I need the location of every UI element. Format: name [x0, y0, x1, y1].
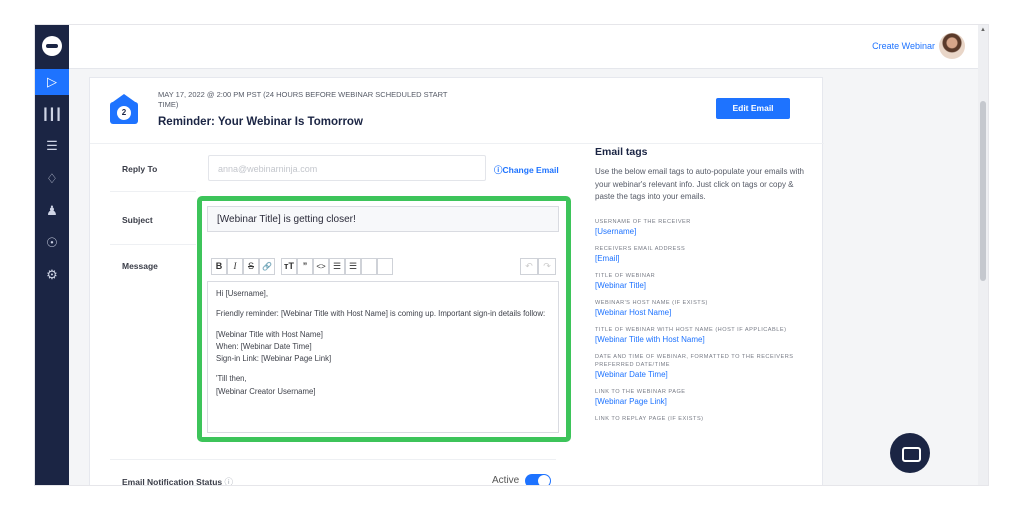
tag-desc: TITLE OF WEBINAR — [595, 272, 656, 279]
create-webinar-link[interactable]: Create Webinar — [872, 41, 935, 51]
logo[interactable] — [35, 25, 69, 67]
outdent-button[interactable] — [361, 258, 377, 275]
redo-button[interactable]: ↷ — [538, 258, 556, 275]
scrollbar[interactable]: ▲ — [978, 25, 988, 485]
avatar[interactable] — [939, 33, 965, 59]
play-icon: ▷ — [47, 74, 57, 89]
status-toggle[interactable] — [525, 474, 551, 485]
tags-description: Use the below email tags to auto-populat… — [595, 167, 804, 201]
globe-icon: ☉ — [46, 235, 58, 250]
link-button[interactable]: 🔗 — [259, 258, 275, 275]
strikethrough-button[interactable]: S — [243, 258, 259, 275]
message-line: 'Till then, — [216, 374, 247, 384]
undo-button[interactable]: ↶ — [520, 258, 538, 275]
tag-link[interactable]: [Webinar Host Name] — [595, 307, 809, 318]
message-line: When: [Webinar Date Time] — [216, 341, 312, 351]
email-tags-panel: Email tags Use the below email tags to a… — [595, 146, 809, 431]
reply-to-field[interactable]: anna@webinarninja.com — [208, 155, 486, 181]
email-title: Reminder: Your Webinar Is Tomorrow — [158, 116, 363, 128]
message-line: Friendly reminder: [Webinar Title with H… — [216, 309, 546, 319]
scroll-up-icon[interactable]: ▲ — [980, 27, 986, 33]
tag-desc: WEBINAR'S HOST NAME (IF EXISTS) — [595, 299, 708, 306]
status-value: Active — [492, 475, 520, 485]
tag-desc: USERNAME OF THE RECEIVER — [595, 218, 691, 225]
tag-desc: LINK TO REPLAY PAGE (IF EXISTS) — [595, 415, 704, 422]
tags-title: Email tags — [595, 146, 648, 158]
integration-icon: ♢ — [46, 171, 58, 186]
tag-item: TITLE OF WEBINAR [Webinar Title] — [595, 272, 809, 291]
tag-link[interactable]: [Webinar Date Time] — [595, 369, 809, 380]
tag-item: TITLE OF WEBINAR WITH HOST NAME (HOST IF… — [595, 326, 809, 345]
sidebar: ▷ ┃┃┃ ☰ ♢ ♟ ☉ ⚙ — [35, 25, 69, 485]
notification-status-label: Email Notification Status ⓘ — [122, 476, 233, 485]
message-editor[interactable]: Hi [Username], Friendly reminder: [Webin… — [207, 281, 559, 433]
schedule-text: MAY 17, 2022 @ 2:00 PM PST (24 HOURS BEF… — [158, 90, 448, 109]
bold-button[interactable]: B — [211, 258, 227, 275]
analytics-icon: ┃┃┃ — [42, 108, 62, 121]
indent-button[interactable] — [377, 258, 393, 275]
message-line: Hi [Username], — [216, 289, 268, 298]
tag-link[interactable]: [Webinar Title] — [595, 280, 809, 291]
sidebar-item-webinars[interactable]: ▷ — [35, 69, 69, 95]
status-label-text: Email Notification Status — [122, 477, 223, 485]
list-icon: ☰ — [46, 138, 58, 153]
team-icon: ♟ — [46, 203, 58, 218]
tag-link[interactable]: [Username] — [595, 226, 809, 237]
edit-email-button[interactable]: Edit Email — [716, 98, 790, 119]
envelope-icon: 2 — [108, 94, 140, 126]
italic-button[interactable]: I — [227, 258, 243, 275]
tag-link[interactable]: [Email] — [595, 253, 809, 264]
heading-button[interactable]: тT — [281, 258, 297, 275]
change-email-link[interactable]: ⓘChange Email — [494, 164, 559, 176]
sidebar-item-analytics[interactable]: ┃┃┃ — [35, 101, 69, 127]
top-bar: Create Webinar — [69, 25, 988, 69]
subject-field[interactable]: [Webinar Title] is getting closer! — [207, 206, 559, 232]
code-button[interactable]: <> — [313, 258, 329, 275]
tag-link[interactable]: [Webinar Title with Host Name] — [595, 334, 809, 345]
quote-button[interactable]: ” — [297, 258, 313, 275]
sidebar-item-team[interactable]: ♟ — [35, 198, 69, 224]
sidebar-item-support[interactable]: ☉ — [35, 230, 69, 256]
divider — [110, 459, 556, 460]
tag-desc: TITLE OF WEBINAR WITH HOST NAME (HOST IF… — [595, 326, 787, 333]
email-card: 2 MAY 17, 2022 @ 2:00 PM PST (24 HOURS B… — [89, 77, 824, 485]
tag-link[interactable]: [Webinar Page Link] — [595, 396, 809, 407]
tag-item: LINK TO THE WEBINAR PAGE [Webinar Page Li… — [595, 388, 809, 407]
email-number-badge: 2 — [117, 106, 131, 120]
sidebar-item-integrations[interactable]: ♢ — [35, 166, 69, 192]
subject-label: Subject — [122, 215, 153, 225]
tag-desc: LINK TO THE WEBINAR PAGE — [595, 388, 686, 395]
divider — [110, 191, 196, 192]
toggle-knob — [538, 475, 550, 485]
message-line: [Webinar Creator Username] — [216, 386, 316, 396]
tag-item: USERNAME OF THE RECEIVER [Username] — [595, 218, 809, 237]
tag-desc: DATE AND TIME OF WEBINAR, FORMATTED TO T… — [595, 353, 794, 368]
bullet-list-button[interactable]: ☰ — [329, 258, 345, 275]
sidebar-item-settings[interactable]: ⚙ — [35, 262, 69, 288]
chat-button[interactable] — [890, 433, 930, 473]
reply-to-label: Reply To — [122, 164, 158, 174]
message-label: Message — [122, 261, 158, 271]
settings-icon: ⚙ — [46, 267, 58, 282]
tag-item: DATE AND TIME OF WEBINAR, FORMATTED TO T… — [595, 353, 809, 380]
logo-icon — [42, 36, 62, 56]
numbered-list-button[interactable]: ☰ — [345, 258, 361, 275]
tag-item: LINK TO REPLAY PAGE (IF EXISTS) — [595, 415, 809, 423]
tag-item: WEBINAR'S HOST NAME (IF EXISTS) [Webinar … — [595, 299, 809, 318]
app-window: ▷ ┃┃┃ ☰ ♢ ♟ ☉ ⚙ Create Webinar 2 MAY 17,… — [35, 25, 988, 485]
email-header: 2 MAY 17, 2022 @ 2:00 PM PST (24 HOURS B… — [90, 78, 824, 144]
message-line: Sign-in Link: [Webinar Page Link] — [216, 354, 332, 364]
scrollbar-thumb[interactable] — [980, 101, 986, 281]
sidebar-item-list[interactable]: ☰ — [35, 133, 69, 159]
editor-toolbar: B I S 🔗 тT ” <> ☰ ☰ ↶ ↷ — [207, 258, 559, 278]
divider — [110, 244, 196, 245]
help-icon[interactable]: ⓘ — [225, 477, 234, 485]
message-line: [Webinar Title with Host Name] — [216, 329, 323, 339]
tag-desc: RECEIVERS EMAIL ADDRESS — [595, 245, 686, 252]
tag-item: RECEIVERS EMAIL ADDRESS [Email] — [595, 245, 809, 264]
